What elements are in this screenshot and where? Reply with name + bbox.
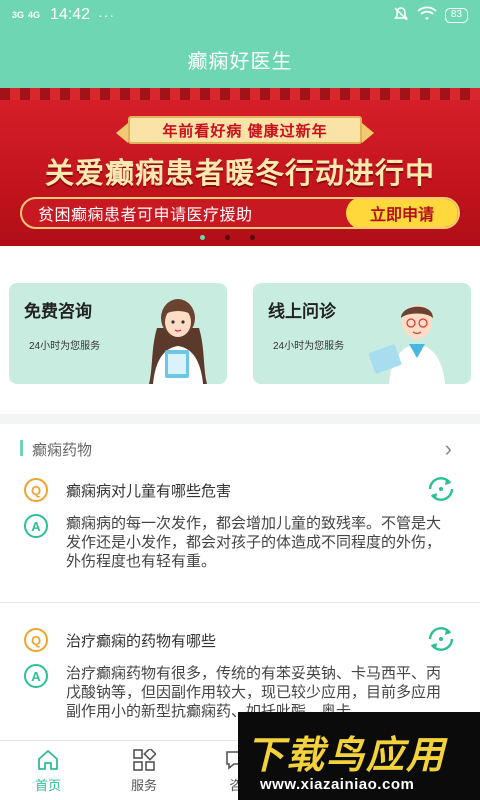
section-accent-bar (20, 440, 23, 456)
services-section: 免费咨询 24小时为您服务 线上问诊 24小时为您服务 (0, 246, 480, 414)
free-consult-card[interactable]: 免费咨询 24小时为您服务 (9, 283, 227, 384)
banner-decoration (0, 88, 480, 100)
carousel-dot (250, 235, 255, 240)
card-subtitle: 24小时为您服务 (29, 341, 101, 352)
nurse-illustration-icon (149, 299, 207, 384)
banner-ribbon: 年前看好病 健康过新年 (116, 116, 374, 144)
app-title-bar: 癫痫好医生 (0, 30, 480, 88)
card-subtitle: 24小时为您服务 (273, 341, 345, 352)
nav-label: 服务 (130, 778, 157, 793)
watermark-title: 下载鸟应用 (246, 735, 447, 777)
banner-subtitle: 贫困癫痫患者可申请医疗援助 (38, 207, 253, 224)
online-diagnosis-card[interactable]: 线上问诊 24小时为您服务 (253, 283, 471, 384)
battery-indicator: 83 (444, 7, 468, 23)
refresh-icon[interactable] (424, 474, 458, 504)
question-text: 治疗癫痫的药物有哪些 (66, 633, 217, 650)
chevron-right-icon[interactable]: › (445, 436, 452, 462)
answer-badge-icon: A (24, 664, 48, 688)
section-title: 癫痫药物 (32, 442, 93, 459)
more-notifications-icon: ··· (98, 7, 116, 23)
grid-icon (133, 749, 156, 771)
qa-item[interactable]: Q 癫痫病对儿童有哪些危害 A 癫痫病的每一次发作，都会增加儿童的致残率。不管是… (0, 472, 480, 602)
wifi-icon (417, 6, 437, 25)
refresh-icon[interactable] (424, 624, 458, 654)
card-title: 线上问诊 (268, 302, 336, 321)
status-bar: 3G 4G 14:42 ··· 83 (0, 0, 480, 30)
carousel-indicator (200, 235, 255, 240)
watermark-url: www.xiazainiao.com (260, 776, 415, 793)
status-time: 14:42 (50, 6, 91, 23)
answer-text: 癫痫病的每一次发作，都会增加儿童的致残率。不管是大发作还是小发作，都会对孩子的体… (66, 515, 442, 570)
question-badge-icon: Q (24, 478, 48, 502)
question-text: 癫痫病对儿童有哪些危害 (66, 483, 232, 500)
nav-item-services[interactable]: 服务 (104, 741, 184, 800)
banner-headline: 关爱癫痫患者暖冬行动进行中 (44, 158, 435, 190)
signal-3g-icon: 3G (12, 9, 25, 20)
carousel-dot (200, 235, 205, 240)
signal-4g-icon: 4G (28, 9, 41, 20)
doctor-illustration-icon (369, 305, 445, 384)
qa-section: 癫痫药物 › Q 癫痫病对儿童有哪些危害 A 癫痫病的每一次发作，都会增加儿童的… (0, 424, 480, 740)
card-title: 免费咨询 (24, 302, 92, 321)
mute-icon (393, 6, 409, 25)
carousel-dot (225, 235, 230, 240)
apply-now-button[interactable]: 立即申请 (346, 199, 458, 227)
nav-item-home[interactable]: 首页 (8, 741, 88, 800)
page-title: 癫痫好医生 (187, 50, 293, 73)
watermark-logo: 下载鸟应用 www.xiazainiao.com (238, 712, 480, 800)
promo-banner[interactable]: 年前看好病 健康过新年 关爱癫痫患者暖冬行动进行中 贫困癫痫患者可申请医疗援助 … (0, 88, 480, 246)
home-icon (38, 750, 58, 770)
nav-label: 首页 (34, 778, 61, 793)
question-badge-icon: Q (24, 628, 48, 652)
answer-badge-icon: A (24, 514, 48, 538)
qa-section-header[interactable]: 癫痫药物 › (0, 424, 480, 472)
banner-apply-bar[interactable]: 贫困癫痫患者可申请医疗援助 立即申请 (20, 197, 460, 229)
divider (0, 602, 480, 603)
